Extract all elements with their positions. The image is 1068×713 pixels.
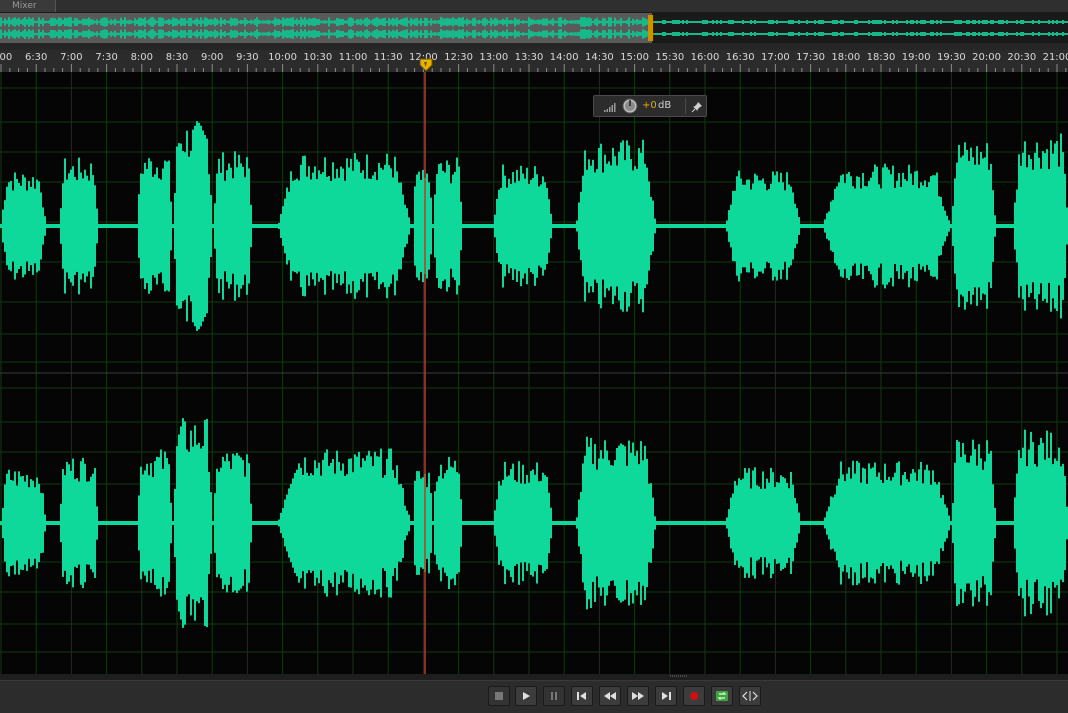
ruler-label: 19:00 (901, 52, 931, 63)
right-channel-waveform (0, 418, 1068, 628)
record-icon (690, 692, 698, 700)
ruler-label: 15:00 (620, 52, 650, 63)
overview-navigator[interactable] (0, 13, 1068, 43)
ruler-label: 17:30 (796, 52, 826, 63)
ruler-label: 16:30 (725, 52, 755, 63)
record-button[interactable] (683, 686, 705, 706)
ruler-label: 18:00 (831, 52, 861, 63)
ruler-label: 20:30 (1007, 52, 1037, 63)
amplitude-value[interactable]: +0 (642, 100, 657, 111)
skip-to-end-button[interactable] (655, 686, 677, 706)
ruler-label: 13:00 (479, 52, 509, 63)
ruler-label: 12:30 (444, 52, 474, 63)
skip-to-start-button[interactable] (571, 686, 593, 706)
amplitude-unit: dB (658, 100, 672, 111)
pin-icon[interactable] (691, 101, 703, 113)
ruler-label: 6:30 (24, 52, 48, 63)
skip-selection-button[interactable] (739, 686, 761, 706)
ruler-label: 7:30 (95, 52, 118, 63)
play-button[interactable] (515, 686, 537, 706)
skip-selection-icon (742, 691, 758, 701)
pause-icon (551, 692, 557, 700)
panel-resize-handle[interactable] (668, 674, 690, 679)
stop-icon (495, 692, 503, 700)
tab-mixer[interactable]: Mixer (0, 0, 56, 12)
ruler-label: 21:00 (1042, 52, 1068, 63)
ruler-label: 11:00 (338, 52, 368, 63)
play-icon (523, 692, 530, 700)
ruler-label: 13:30 (514, 52, 544, 63)
volume-knob-icon[interactable] (622, 98, 638, 114)
ruler-label: 20:00 (972, 52, 1002, 63)
volume-bars-icon (604, 103, 616, 112)
skip-to-start-icon (577, 692, 586, 700)
ruler-label: 7:00 (60, 52, 83, 63)
fast-forward-button[interactable] (627, 686, 649, 706)
ruler-label: 14:00 (549, 52, 579, 63)
rewind-icon (604, 692, 616, 700)
ruler-label: 10:00 (268, 52, 298, 63)
loop-icon (716, 691, 728, 701)
zoom-navigator-bar[interactable] (0, 43, 1068, 50)
ruler-label: 8:30 (165, 52, 189, 63)
ruler-label: 15:30 (655, 52, 685, 63)
waveform-editor[interactable] (0, 72, 1068, 674)
ruler-label: 14:30 (584, 52, 614, 63)
overview-viewport-handle[interactable] (648, 15, 653, 41)
transport-bar (0, 680, 1068, 713)
ruler-label: 18:30 (866, 52, 896, 63)
ruler-label: 10:30 (303, 52, 333, 63)
overview-waveform (0, 13, 1068, 43)
waveform-canvas[interactable] (0, 72, 1068, 674)
ruler-label: 11:30 (373, 52, 403, 63)
stop-button[interactable] (488, 686, 510, 706)
timeline-ruler[interactable]: 0:00 6:30 7:00 7:30 8:00 8:30 9:00 9:30 10:00 10:… (0, 50, 1068, 73)
ruler-label: 9:00 (200, 52, 224, 63)
panel-tab-bar: Mixer (0, 0, 1068, 13)
rewind-button[interactable] (599, 686, 621, 706)
fast-forward-icon (632, 692, 644, 700)
playhead-marker-icon[interactable] (419, 58, 433, 72)
ruler-label: 19:30 (936, 52, 966, 63)
ruler-label: 17:00 (760, 52, 790, 63)
ruler-label: 16:00 (690, 52, 720, 63)
left-channel-waveform (0, 121, 1068, 331)
hud-divider (685, 98, 686, 114)
ruler-label: 0:00 (0, 52, 13, 63)
loop-button[interactable] (711, 686, 733, 706)
amplitude-hud[interactable]: +0 dB (593, 95, 707, 117)
skip-to-end-icon (662, 692, 671, 700)
ruler-label: 8:00 (130, 52, 154, 63)
ruler-label: 9:30 (236, 52, 259, 63)
pause-button[interactable] (543, 686, 565, 706)
